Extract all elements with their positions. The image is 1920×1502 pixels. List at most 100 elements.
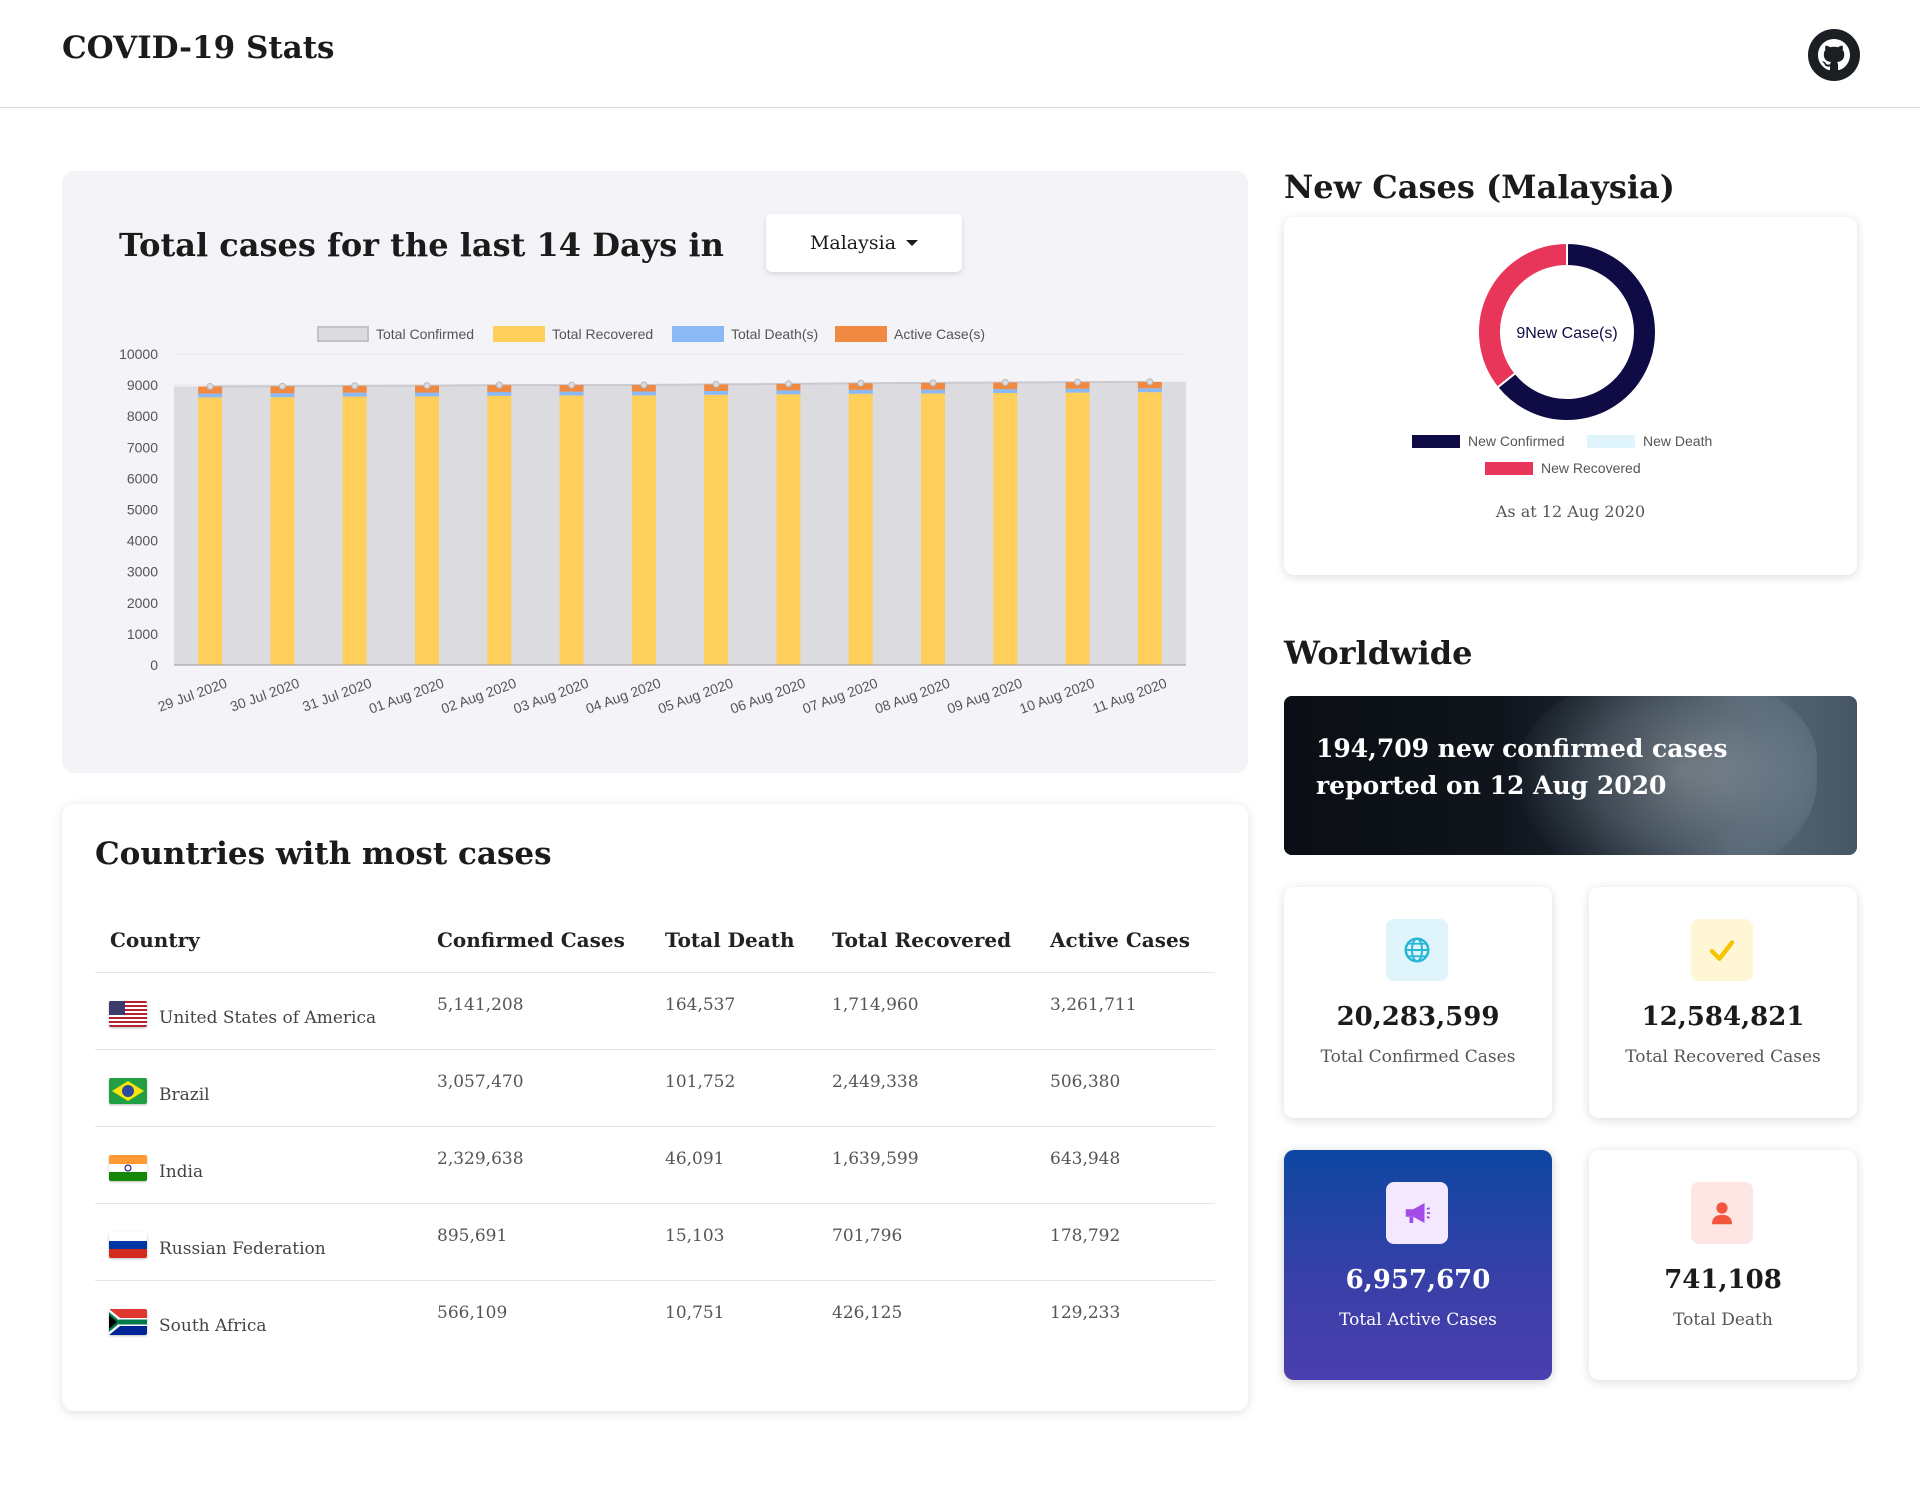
y-tick-label: 2000: [127, 595, 158, 611]
brazil-flag: [109, 1078, 147, 1104]
country-name: Brazil: [159, 1085, 210, 1105]
death-bar: [342, 392, 367, 397]
y-tick-label: 3000: [127, 564, 158, 580]
recovered-bar: [921, 393, 945, 665]
github-icon[interactable]: [1808, 29, 1860, 81]
india-flag: [109, 1155, 147, 1181]
active-cell: 178,792: [1050, 1226, 1121, 1246]
donut-center-label: 9New Case(s): [1516, 325, 1617, 342]
table-row: South Africa 566,109 10,751 426,125 129,…: [95, 1280, 1215, 1357]
country-name: South Africa: [159, 1316, 267, 1336]
x-tick-label: 29 Jul 2020: [156, 675, 230, 715]
active-cell: 643,948: [1050, 1149, 1121, 1169]
chart-title: Total cases for the last 14 Days in: [119, 226, 724, 264]
x-tick-label: 01 Aug 2020: [367, 675, 447, 717]
new-cases-heading: New Cases (Malaysia): [1284, 168, 1675, 206]
death-bar: [559, 391, 584, 396]
cases-chart-panel: 0 1000 2000 3000 4000 5000 6000 7000 8000 9000 100…: [62, 171, 1248, 773]
country-dropdown[interactable]: Malaysia: [766, 214, 962, 272]
country-name: Russian Federation: [159, 1239, 326, 1259]
death-bar: [921, 389, 945, 394]
total-confirmed-point: [857, 379, 865, 387]
legend-label: Total Confirmed: [376, 326, 474, 342]
total-confirmed-point: [1074, 378, 1082, 386]
megaphone-icon: [1386, 1182, 1448, 1244]
death-bar: [704, 390, 729, 395]
total-confirmed-point: [278, 382, 286, 390]
death-bar: [270, 393, 295, 398]
recovered-bar: [198, 397, 223, 665]
death-cell: 46,091: [665, 1149, 725, 1169]
confirmed-cell: 5,141,208: [437, 995, 524, 1015]
total-confirmed-area: [174, 381, 1186, 665]
total-confirmed-point: [784, 380, 792, 388]
x-tick-label: 10 Aug 2020: [1017, 675, 1097, 717]
recovered-bar: [631, 395, 656, 665]
recovered-bar: [487, 395, 512, 665]
y-tick-label: 6000: [127, 470, 158, 486]
y-tick-label: 8000: [127, 408, 158, 424]
new-cases-card: 9New Case(s) New Confirmed New Death New Re…: [1284, 217, 1857, 575]
total-confirmed-point: [929, 379, 937, 387]
stat-value: 20,283,599: [1336, 1002, 1500, 1032]
recovered-bar: [270, 397, 295, 665]
legend-swatch: [493, 326, 545, 342]
caret-down-icon: [906, 240, 919, 246]
death-bar: [415, 392, 439, 397]
recovered-bar: [704, 394, 729, 665]
legend-label: New Death: [1643, 433, 1712, 449]
x-tick-label: 05 Aug 2020: [656, 675, 736, 717]
death-bar: [198, 393, 223, 398]
x-tick-label: 09 Aug 2020: [945, 675, 1025, 717]
total-confirmed-point: [206, 382, 214, 390]
legend-label: Active Case(s): [894, 326, 985, 342]
y-tick-label: 1000: [127, 626, 158, 642]
checkmark-icon: [1691, 919, 1753, 981]
death-bar: [848, 389, 873, 394]
stat-label: Total Death: [1673, 1310, 1773, 1330]
recovered-cell: 2,449,338: [832, 1072, 919, 1092]
legend-label: New Confirmed: [1468, 433, 1564, 449]
new-recovered-slice: [1477, 241, 1568, 389]
app-title[interactable]: COVID-19 Stats: [62, 30, 335, 66]
confirmed-cell: 2,329,638: [437, 1149, 524, 1169]
stat-value: 741,108: [1664, 1265, 1782, 1295]
death-bar: [487, 391, 512, 396]
recovered-cell: 701,796: [832, 1226, 903, 1246]
death-cell: 101,752: [665, 1072, 736, 1092]
usa-flag: [109, 1001, 147, 1027]
table-row: United States of America 5,141,208 164,5…: [95, 972, 1215, 1049]
recovered-bar: [415, 396, 439, 665]
country-dropdown-label: Malaysia: [809, 232, 897, 254]
stat-label: Total Recovered Cases: [1625, 1047, 1821, 1067]
death-cell: 10,751: [665, 1303, 725, 1323]
table-row: Russian Federation 895,691 15,103 701,79…: [95, 1203, 1215, 1280]
total-confirmed-point: [1146, 378, 1154, 386]
stat-card-confirmed: 20,283,599 Total Confirmed Cases: [1284, 887, 1552, 1118]
death-bar: [1065, 388, 1090, 393]
russia-flag: [109, 1232, 147, 1258]
x-tick-label: 31 Jul 2020: [300, 675, 374, 715]
stat-value: 12,584,821: [1641, 1002, 1805, 1032]
south-africa-flag: [109, 1309, 147, 1335]
confirmed-cell: 895,691: [437, 1226, 508, 1246]
table-row: Brazil 3,057,470 101,752 2,449,338 506,3…: [95, 1049, 1215, 1126]
active-cell: 129,233: [1050, 1303, 1121, 1323]
active-cell: 3,261,711: [1050, 995, 1137, 1015]
person-icon: [1691, 1182, 1753, 1244]
confirmed-cell: 3,057,470: [437, 1072, 524, 1092]
legend-swatch: [672, 326, 724, 342]
y-tick-label: 7000: [127, 439, 158, 455]
death-bar: [631, 391, 656, 396]
worldwide-banner: 194,709 new confirmed cases reported on …: [1284, 696, 1857, 855]
x-tick-label: 30 Jul 2020: [228, 675, 302, 715]
recovered-bar: [342, 396, 367, 665]
top-navbar: COVID-19 Stats: [0, 0, 1920, 108]
confirmed-cell: 566,109: [437, 1303, 508, 1323]
stat-card-active: 6,957,670 Total Active Cases: [1284, 1150, 1552, 1380]
legend-label: Total Recovered: [552, 326, 653, 342]
y-tick-label: 0: [150, 657, 158, 673]
legend-label: Total Death(s): [731, 326, 818, 342]
header-active: Active Cases: [1050, 928, 1190, 952]
recovered-bar: [848, 393, 873, 665]
